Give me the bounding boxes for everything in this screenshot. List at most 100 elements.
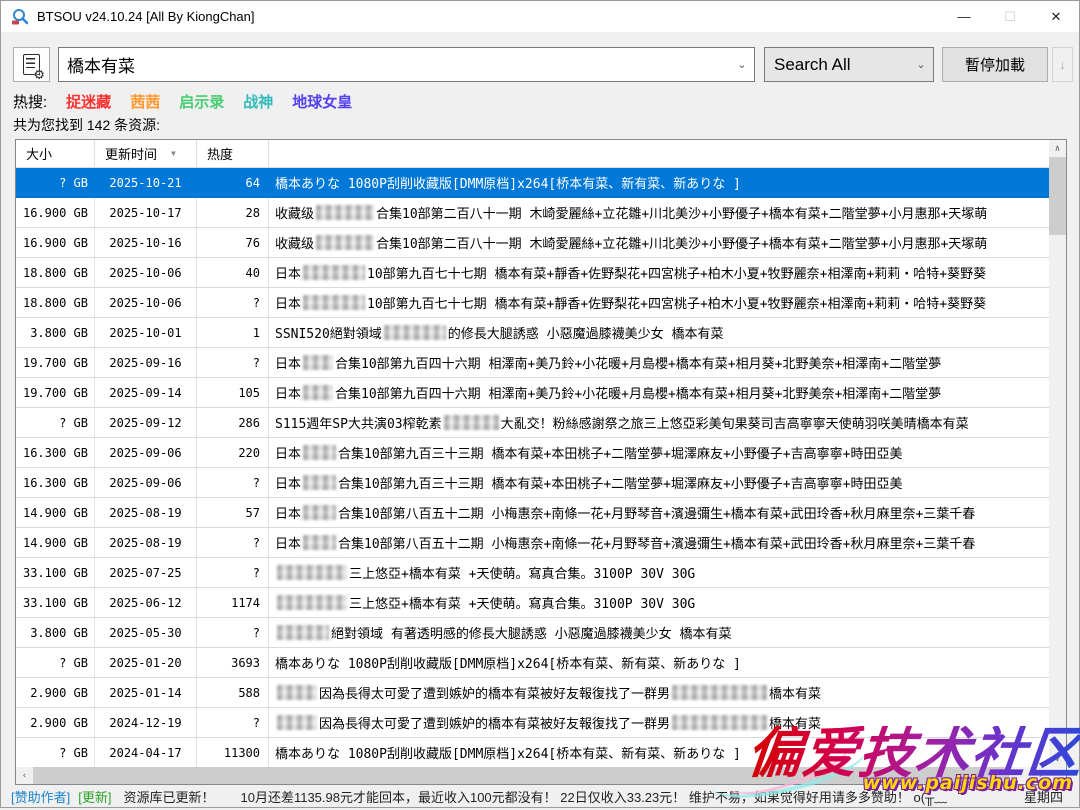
table-row[interactable]: 2.900 GB 2025-01-14 588 因為長得太可愛了遭到嫉妒的橋本有… xyxy=(16,678,1049,708)
maximize-button[interactable]: ☐ xyxy=(987,1,1033,32)
cell-size: 16.300 GB xyxy=(16,438,95,467)
minimize-button[interactable]: — xyxy=(941,1,987,32)
cell-heat: 76 xyxy=(197,228,269,257)
hot-search-link[interactable]: 战神 xyxy=(243,91,273,112)
search-combobox: ⌄ xyxy=(58,47,755,82)
scroll-right-icon[interactable]: › xyxy=(1032,767,1049,784)
table-row[interactable]: 2.900 GB 2024-12-19 ? 因為長得太可愛了遭到嫉妒的橋本有菜被… xyxy=(16,708,1049,738)
load-more-button[interactable]: ↓ xyxy=(1052,47,1073,82)
cell-size: 16.900 GB xyxy=(16,198,95,227)
table-row[interactable]: 33.100 GB 2025-07-25 ? 三上悠亞+橋本有菜 +天使萌。寫真… xyxy=(16,558,1049,588)
table-row[interactable]: ? GB 2025-10-21 64 橋本ありな 1080P刮削收藏版[DMM原… xyxy=(16,168,1049,198)
vertical-scrollbar[interactable]: ∧ ∨ xyxy=(1049,140,1066,767)
results-table: 大小 更新时间 ▼ 热度 ? GB 2025-10-21 64 橋本ありな 10… xyxy=(15,139,1067,785)
cell-heat: 220 xyxy=(197,438,269,467)
table-row[interactable]: ? GB 2024-04-17 11300 橋本ありな 1080P刮削收藏版[D… xyxy=(16,738,1049,767)
table-row[interactable]: ? GB 2025-09-12 286 S115週年SP大共演03榨乾素大亂交！… xyxy=(16,408,1049,438)
cell-date: 2025-09-16 xyxy=(95,348,197,377)
hot-search-link[interactable]: 茜茜 xyxy=(130,91,160,112)
table-row[interactable]: 16.300 GB 2025-09-06 ? 日本合集10部第九百三十三期 橋本… xyxy=(16,468,1049,498)
cell-title: 橋本ありな 1080P刮削收藏版[DMM原档]x264[桥本有菜、新有菜、新あり… xyxy=(269,738,1049,767)
table-row[interactable]: 3.800 GB 2025-10-01 1 SSNI520絕對領域 的修長大腿誘… xyxy=(16,318,1049,348)
hot-search-row: 热搜: 捉迷藏茜茜启示录战神地球女皇 xyxy=(13,91,352,112)
cell-title: 日本合集10部第九百三十三期 橋本有菜+本田桃子+二階堂夢+堀澤麻友+小野優子+… xyxy=(269,438,1049,467)
table-row[interactable]: 14.900 GB 2025-08-19 ? 日本合集10部第八百五十二期 小梅… xyxy=(16,528,1049,558)
close-button[interactable]: ✕ xyxy=(1033,1,1079,32)
table-header: 大小 更新时间 ▼ 热度 xyxy=(16,140,1049,168)
cell-date: 2025-01-20 xyxy=(95,648,197,677)
scroll-up-icon[interactable]: ∧ xyxy=(1049,140,1066,157)
hot-search-label: 热搜: xyxy=(13,91,47,112)
cell-title: 絕對領域 有著透明感的修長大腿誘惑 小惡魔過膝襪美少女 橋本有菜 xyxy=(269,618,1049,647)
cell-heat: ? xyxy=(197,288,269,317)
censored-blur xyxy=(303,535,336,550)
app-icon xyxy=(11,8,29,26)
cell-heat: 1 xyxy=(197,318,269,347)
table-row[interactable]: 16.900 GB 2025-10-17 28 收藏级合集10部第二百八十一期 … xyxy=(16,198,1049,228)
sponsor-link[interactable]: [赞助作者] xyxy=(11,787,70,806)
toolbar: ⚙ ⌄ Search All ⌄ 暫停加載 ↓ xyxy=(1,34,1079,92)
cell-date: 2025-10-06 xyxy=(95,258,197,287)
update-link[interactable]: [更新] xyxy=(78,787,111,806)
engine-dropdown-arrow-icon: ⌄ xyxy=(909,58,933,71)
sort-desc-icon: ▼ xyxy=(171,149,176,158)
table-row[interactable]: 19.700 GB 2025-09-16 ? 日本合集10部第九百四十六期 相澤… xyxy=(16,348,1049,378)
hot-search-link[interactable]: 启示录 xyxy=(179,91,224,112)
cell-title: 日本合集10部第九百四十六期 相澤南+美乃鈴+小花暖+月島櫻+橋本有菜+相月葵+… xyxy=(269,348,1049,377)
hot-search-link[interactable]: 地球女皇 xyxy=(292,91,352,112)
cell-heat: 286 xyxy=(197,408,269,437)
search-settings-button[interactable]: ⚙ xyxy=(13,47,50,82)
table-row[interactable]: 18.800 GB 2025-10-06 ? 日本10部第九百七十七期 橋本有菜… xyxy=(16,288,1049,318)
column-header-size-label: 大小 xyxy=(26,144,52,163)
censored-blur xyxy=(277,625,329,640)
censored-blur xyxy=(277,595,347,610)
censored-blur xyxy=(316,235,374,250)
cell-heat: 588 xyxy=(197,678,269,707)
scroll-down-icon[interactable]: ∨ xyxy=(1049,750,1066,767)
engine-select[interactable]: Search All ⌄ xyxy=(764,47,934,82)
horizontal-scroll-thumb[interactable] xyxy=(33,767,1009,784)
search-input[interactable] xyxy=(59,55,730,75)
cell-size: 18.800 GB xyxy=(16,288,95,317)
cell-title: 因為長得太可愛了遭到嫉妒的橋本有菜被好友報復找了一群男 橋本有菜 xyxy=(269,678,1049,707)
cell-size: 19.700 GB xyxy=(16,348,95,377)
pause-load-button[interactable]: 暫停加載 xyxy=(942,47,1048,82)
column-header-date-label: 更新时间 xyxy=(105,144,157,163)
table-row[interactable]: 18.800 GB 2025-10-06 40 日本10部第九百七十七期 橋本有… xyxy=(16,258,1049,288)
column-header-title[interactable] xyxy=(269,140,1049,167)
table-row[interactable]: 14.900 GB 2025-08-19 57 日本合集10部第八百五十二期 小… xyxy=(16,498,1049,528)
cell-size: 16.900 GB xyxy=(16,228,95,257)
cell-title: 日本合集10部第八百五十二期 小梅惠奈+南條一花+月野琴音+濱邊彌生+橋本有菜+… xyxy=(269,528,1049,557)
cell-size: ? GB xyxy=(16,738,95,767)
cell-heat: 105 xyxy=(197,378,269,407)
cell-title: 收藏级合集10部第二百八十一期 木崎愛麗絲+立花雛+川北美沙+小野優子+橋本有菜… xyxy=(269,198,1049,227)
censored-blur xyxy=(277,685,317,700)
table-row[interactable]: ? GB 2025-01-20 3693 橋本ありな 1080P刮削收藏版[DM… xyxy=(16,648,1049,678)
search-dropdown-arrow-icon[interactable]: ⌄ xyxy=(730,58,754,71)
table-row[interactable]: 3.800 GB 2025-05-30 ? 絕對領域 有著透明感的修長大腿誘惑 … xyxy=(16,618,1049,648)
table-row[interactable]: 16.300 GB 2025-09-06 220 日本合集10部第九百三十三期 … xyxy=(16,438,1049,468)
cell-title: 收藏级合集10部第二百八十一期 木崎愛麗絲+立花雛+川北美沙+小野優子+橋本有菜… xyxy=(269,228,1049,257)
cell-title: 日本合集10部第九百四十六期 相澤南+美乃鈴+小花暖+月島櫻+橋本有菜+相月葵+… xyxy=(269,378,1049,407)
cell-heat: ? xyxy=(197,708,269,737)
column-header-date[interactable]: 更新时间 ▼ xyxy=(95,140,197,167)
scroll-left-icon[interactable]: ‹ xyxy=(16,767,33,784)
scrollbar-corner xyxy=(1049,767,1066,784)
horizontal-scrollbar[interactable]: ‹ › xyxy=(16,767,1049,784)
cell-heat: 11300 xyxy=(197,738,269,767)
cell-date: 2025-08-19 xyxy=(95,498,197,527)
cell-size: 2.900 GB xyxy=(16,708,95,737)
table-row[interactable]: 16.900 GB 2025-10-16 76 收藏级合集10部第二百八十一期 … xyxy=(16,228,1049,258)
column-header-heat[interactable]: 热度 xyxy=(197,140,269,167)
cell-heat: ? xyxy=(197,528,269,557)
cell-date: 2025-09-12 xyxy=(95,408,197,437)
column-header-heat-label: 热度 xyxy=(207,144,233,163)
censored-blur xyxy=(277,715,317,730)
vertical-scroll-thumb[interactable] xyxy=(1049,157,1066,235)
column-header-size[interactable]: 大小 xyxy=(16,140,95,167)
cell-date: 2025-09-14 xyxy=(95,378,197,407)
table-row[interactable]: 33.100 GB 2025-06-12 1174 三上悠亞+橋本有菜 +天使萌… xyxy=(16,588,1049,618)
table-row[interactable]: 19.700 GB 2025-09-14 105 日本合集10部第九百四十六期 … xyxy=(16,378,1049,408)
cell-size: ? GB xyxy=(16,648,95,677)
hot-search-link[interactable]: 捉迷藏 xyxy=(66,91,111,112)
